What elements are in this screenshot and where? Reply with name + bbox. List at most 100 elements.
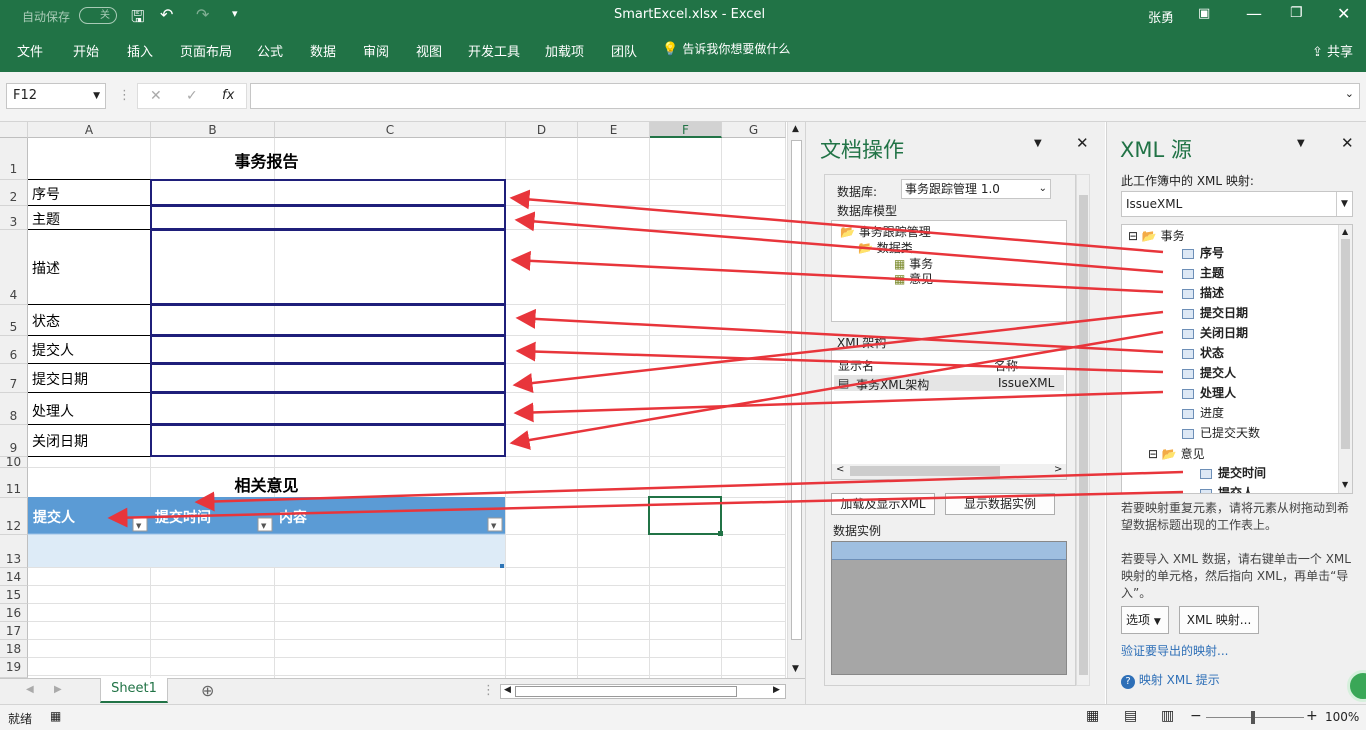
zoom-slider[interactable] [1206,717,1304,718]
verify-export-link[interactable]: 验证要导出的映射... [1121,642,1228,659]
next-sheet-icon[interactable]: ▶ [54,684,62,695]
minimize-icon[interactable]: — [1246,4,1262,23]
xml-node-subject[interactable]: 主题 [1182,264,1224,282]
scroll-down-icon[interactable]: ▼ [1342,480,1348,489]
col-header-d[interactable]: D [506,122,578,138]
col-header-a[interactable]: A [28,122,151,138]
row-header[interactable]: 18 [0,640,28,658]
label-submit-date[interactable]: 提交日期 [32,369,88,389]
prev-sheet-icon[interactable]: ◀ [26,684,34,695]
col-header-f[interactable]: F [650,122,722,138]
tab-file[interactable]: 文件 [17,41,43,60]
horizontal-scrollbar[interactable]: ◀ ▶ [500,684,786,699]
redo-icon[interactable]: ↷ [196,5,209,24]
worksheet-grid[interactable]: ▼ ▼ ▼ A B C D E F G 1 2 3 4 5 6 7 8 9 10 1… [0,122,805,678]
col-header-e[interactable]: E [578,122,650,138]
table-header-submit-time[interactable]: 提交时间 [155,507,211,527]
tab-data[interactable]: 数据 [310,41,336,60]
xml-map-select[interactable]: IssueXML ▼ [1121,191,1353,217]
xml-tree-scrollbar[interactable]: ▲ ▼ [1338,225,1352,493]
col-header-c[interactable]: C [275,122,506,138]
row-header[interactable]: 19 [0,658,28,678]
row-header[interactable]: 1 [0,138,28,180]
tab-view[interactable]: 视图 [416,41,442,60]
col-header-b[interactable]: B [151,122,275,138]
row-header[interactable]: 15 [0,586,28,604]
vertical-scrollbar[interactable]: ▲ ▼ [787,122,805,678]
scroll-right-icon[interactable]: ▶ [773,685,780,695]
add-sheet-icon[interactable]: ⊕ [201,681,214,700]
tab-formulas[interactable]: 公式 [257,41,283,60]
pane-options-icon[interactable]: ▼ [1297,138,1305,149]
formula-input[interactable]: ⌄ [250,83,1360,109]
tab-home[interactable]: 开始 [73,41,99,60]
load-xml-button[interactable]: 加载及显示XML [831,493,935,515]
row-header[interactable]: 16 [0,604,28,622]
scroll-right-icon[interactable]: > [1054,464,1062,475]
pane-options-icon[interactable]: ▼ [1034,138,1042,149]
ribbon-display-icon[interactable]: ▣ [1198,6,1210,21]
xml-node-status[interactable]: 状态 [1182,344,1224,362]
label-handler[interactable]: 处理人 [32,401,74,421]
tab-page-layout[interactable]: 页面布局 [180,41,232,60]
customize-qat-icon[interactable]: ▾ [232,7,238,20]
page-break-view-icon[interactable]: ▥ [1161,708,1174,724]
pane-close-icon[interactable]: ✕ [1341,134,1354,152]
xml-node-days[interactable]: 已提交天数 [1182,424,1260,442]
undo-icon[interactable]: ↶ [160,5,173,24]
row-header[interactable]: 6 [0,336,28,364]
xml-node-progress[interactable]: 进度 [1182,404,1224,422]
normal-view-icon[interactable]: ▦ [1086,708,1099,724]
sheet-tab-sheet1[interactable]: Sheet1 [100,678,168,703]
schema-list[interactable]: 显示名 名称 ▤ 事务XML架构 IssueXML < > [831,350,1067,480]
db-select[interactable]: 事务跟踪管理 1.0 ⌄ [901,179,1051,199]
expand-formula-icon[interactable]: ⌄ [1345,87,1354,100]
restore-icon[interactable]: ❐ [1290,5,1303,21]
tree-node-opinion[interactable]: ▦ 意见 [894,270,933,287]
name-box[interactable]: F12 ▼ [6,83,106,109]
xml-node-close-date[interactable]: 关闭日期 [1182,324,1248,342]
tree-node-dataclass[interactable]: 📂 数据类 [858,239,913,256]
zoom-level[interactable]: 100% [1325,710,1359,724]
xml-node-id[interactable]: 序号 [1182,244,1224,262]
row-header[interactable]: 13 [0,535,28,568]
model-tree[interactable]: 📂 事务跟踪管理 📂 数据类 ▦ 事务 ▦ 意见 [831,220,1067,322]
row-header[interactable]: 11 [0,468,28,498]
tell-me-box[interactable]: 💡 告诉我你想要做什么 [662,40,790,57]
row-header[interactable]: 4 [0,230,28,305]
xml-tree[interactable]: ⊟ 📂 事务 序号 主题 描述 提交日期 关闭日期 状态 提交人 处理人 进度 … [1121,224,1353,494]
doc-panel-scrollbar[interactable] [1076,174,1090,686]
xml-node-opinion-time[interactable]: 提交时间 [1200,464,1266,482]
scroll-thumb[interactable] [1079,195,1088,675]
col-header-g[interactable]: G [722,122,786,138]
xml-node-description[interactable]: 描述 [1182,284,1224,302]
table-header-content[interactable]: 内容 [279,507,307,527]
schema-h-scrollbar[interactable]: < > [832,464,1066,479]
zoom-in-icon[interactable]: + [1306,708,1318,724]
tab-review[interactable]: 审阅 [363,41,389,60]
label-submitter[interactable]: 提交人 [32,340,74,360]
table-header-submitter[interactable]: 提交人 [33,507,75,527]
macro-record-icon[interactable]: ▦ [50,709,61,723]
select-all-corner[interactable] [0,122,28,138]
label-status[interactable]: 状态 [32,311,60,331]
tab-addins[interactable]: 加载项 [545,41,584,60]
row-header[interactable]: 17 [0,622,28,640]
row-header[interactable]: 2 [0,180,28,206]
show-sample-button[interactable]: 显示数据实例 [945,493,1055,515]
tab-split-handle[interactable]: ⋮ [482,683,495,698]
scroll-left-icon[interactable]: ◀ [504,685,511,695]
report-title[interactable]: 事务报告 [28,148,505,172]
xml-node-handler[interactable]: 处理人 [1182,384,1236,402]
tab-developer[interactable]: 开发工具 [468,41,520,60]
zoom-out-icon[interactable]: − [1190,708,1202,724]
close-icon[interactable]: ✕ [1337,4,1350,23]
tab-team[interactable]: 团队 [611,41,637,60]
row-header[interactable]: 5 [0,305,28,336]
label-close-date[interactable]: 关闭日期 [32,431,88,451]
share-button[interactable]: ⇪ 共享 [1312,41,1353,60]
row-header[interactable]: 10 [0,456,28,468]
opinion-title[interactable]: 相关意见 [28,472,505,496]
insert-function-icon[interactable]: fx [222,88,234,103]
row-header[interactable]: 9 [0,425,28,457]
